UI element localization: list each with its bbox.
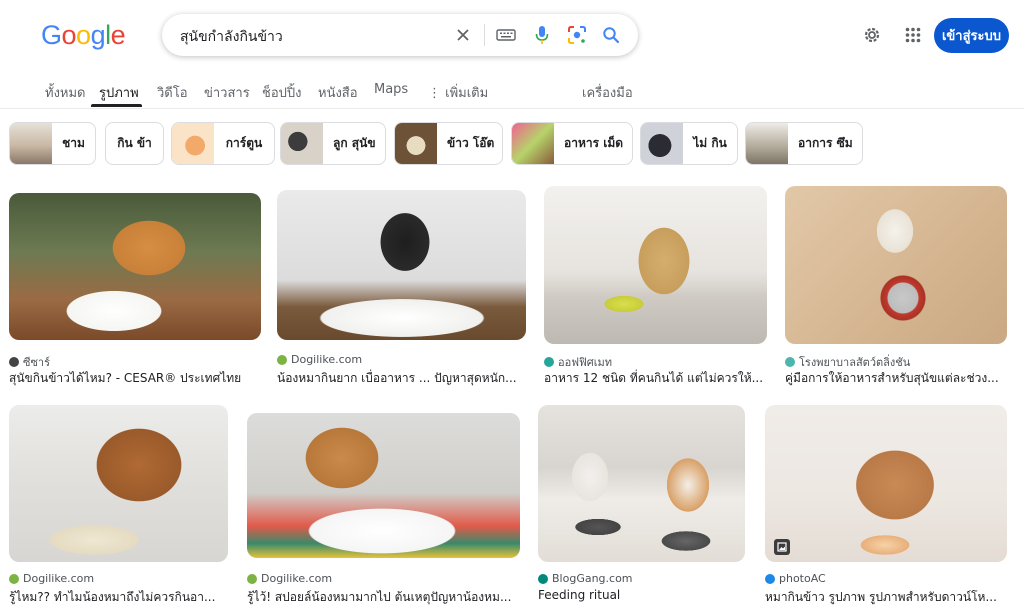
google-logo[interactable]: Google xyxy=(41,20,126,51)
chip-lethargic[interactable]: อาการ ซึม xyxy=(745,122,863,165)
microphone-icon[interactable] xyxy=(529,22,555,48)
result-thumbnail xyxy=(765,405,1007,562)
result-thumbnail xyxy=(9,405,228,562)
tab-tools[interactable]: เครื่องมือ xyxy=(582,82,633,103)
chip-label: ไม่ กิน xyxy=(693,136,727,150)
chip-thumbnail xyxy=(746,123,788,164)
search-input[interactable]: สุนัขกำลังกินข้าว xyxy=(180,26,283,48)
gallery-icon xyxy=(774,539,790,555)
clear-icon[interactable] xyxy=(450,22,476,48)
sign-in-button[interactable]: เข้าสู่ระบบ xyxy=(934,18,1009,53)
source-name: Dogilike.com xyxy=(23,572,95,585)
tabs-divider xyxy=(0,108,1024,109)
chip-puppy[interactable]: ลูก สุนัข xyxy=(280,122,386,165)
result-caption[interactable]: รู้ไว้! สปอยล์น้องหมามากไป ต้นเหตุปัญหาน… xyxy=(247,588,520,607)
result-source: Dogilike.com xyxy=(277,353,362,366)
site-favicon-icon xyxy=(9,357,19,367)
chip-label: กิน ข้า xyxy=(117,136,152,150)
result-thumbnail xyxy=(538,405,745,562)
source-name: Dogilike.com xyxy=(261,572,333,585)
chip-label: ลูก สุนัข xyxy=(333,136,376,150)
tab-books[interactable]: หนังสือ xyxy=(318,82,358,103)
site-favicon-icon xyxy=(544,357,554,367)
result-thumbnail xyxy=(277,190,526,340)
result-caption[interactable]: น้องหมากินยาก เบื่ออาหาร ... ปัญหาสุดหนั… xyxy=(277,369,526,388)
result-caption[interactable]: หมากินข้าว รูปภาพ รูปภาพสำหรับดาวน์โห... xyxy=(765,588,1007,607)
logo-letter: o xyxy=(76,20,91,50)
result-caption[interactable]: รู้ไหม?? ทำไมน้องหมาถึงไม่ควรกินอา... xyxy=(9,588,228,607)
chip-thumbnail xyxy=(641,123,683,164)
tab-news[interactable]: ข่าวสาร xyxy=(204,82,250,103)
site-favicon-icon xyxy=(247,573,257,584)
result-caption[interactable]: คู่มือการให้อาหารสำหรับสุนัขแต่ละช่วง... xyxy=(785,369,1007,388)
apps-grid-icon[interactable] xyxy=(899,21,927,49)
result-source: Dogilike.com xyxy=(9,572,94,585)
search-icon[interactable] xyxy=(598,22,624,48)
chip-bowl[interactable]: ชาม xyxy=(9,122,96,165)
tab-shopping[interactable]: ช็อปปิ้ง xyxy=(262,82,301,103)
result-source: photoAC xyxy=(765,572,826,585)
site-favicon-icon xyxy=(785,357,795,367)
source-name: BlogGang.com xyxy=(552,572,633,585)
result-thumbnail xyxy=(785,186,1007,344)
result-thumbnail xyxy=(247,413,520,558)
result-caption[interactable]: Feeding ritual xyxy=(538,588,745,602)
result-thumbnail xyxy=(544,186,767,344)
tab-images[interactable]: รูปภาพ xyxy=(99,82,139,103)
chip-label: อาการ ซึม xyxy=(798,136,853,150)
chip-kibble[interactable]: อาหาร เม็ด xyxy=(511,122,633,165)
logo-letter: o xyxy=(61,20,77,50)
result-caption[interactable]: สุนัขกินข้าวได้ไหม? - CESAR® ประเทศไทย xyxy=(9,369,261,388)
tab-all[interactable]: ทั้งหมด xyxy=(45,82,86,103)
settings-gear-icon[interactable] xyxy=(858,21,886,49)
chip-thumbnail xyxy=(172,123,214,164)
chip-label: อาหาร เม็ด xyxy=(564,136,624,150)
search-tabs: ทั้งหมด รูปภาพ วิดีโอ ข่าวสาร ช็อปปิ้ง ห… xyxy=(0,74,1024,108)
chip-thumbnail xyxy=(10,123,52,164)
logo-letter: G xyxy=(41,20,62,50)
source-name: Dogilike.com xyxy=(291,353,363,366)
chip-eat-rice[interactable]: กิน ข้า xyxy=(105,122,164,165)
search-box[interactable]: สุนัขกำลังกินข้าว xyxy=(162,14,638,56)
chip-thumbnail xyxy=(395,123,437,164)
chip-oatmeal[interactable]: ข้าว โอ๊ต xyxy=(394,122,503,165)
site-favicon-icon xyxy=(9,573,19,584)
chip-label: ชาม xyxy=(62,136,85,150)
site-favicon-icon xyxy=(277,354,287,365)
chip-label: การ์ตูน xyxy=(225,136,263,150)
site-favicon-icon xyxy=(765,573,775,584)
chip-cartoon[interactable]: การ์ตูน xyxy=(171,122,275,165)
source-name: photoAC xyxy=(779,572,826,585)
result-thumbnail xyxy=(9,193,261,340)
tab-maps[interactable]: Maps xyxy=(374,82,408,97)
site-favicon-icon xyxy=(538,573,548,584)
chip-not-eating[interactable]: ไม่ กิน xyxy=(640,122,738,165)
logo-letter: g xyxy=(90,20,106,50)
result-source: Dogilike.com xyxy=(247,572,332,585)
logo-letter: e xyxy=(110,20,126,50)
tab-more[interactable]: ⋮ เพิ่มเติม xyxy=(428,82,488,103)
search-divider xyxy=(484,24,485,46)
lens-icon[interactable] xyxy=(564,22,590,48)
tab-videos[interactable]: วิดีโอ xyxy=(157,82,188,103)
chip-label: ข้าว โอ๊ต xyxy=(447,136,495,150)
chip-thumbnail xyxy=(512,123,554,164)
active-tab-indicator xyxy=(91,104,142,107)
result-caption[interactable]: อาหาร 12 ชนิด ที่คนกินได้ แต่ไม่ควรให้..… xyxy=(544,369,767,388)
keyboard-icon[interactable] xyxy=(493,22,519,48)
result-source: BlogGang.com xyxy=(538,572,633,585)
chip-thumbnail xyxy=(281,123,323,164)
